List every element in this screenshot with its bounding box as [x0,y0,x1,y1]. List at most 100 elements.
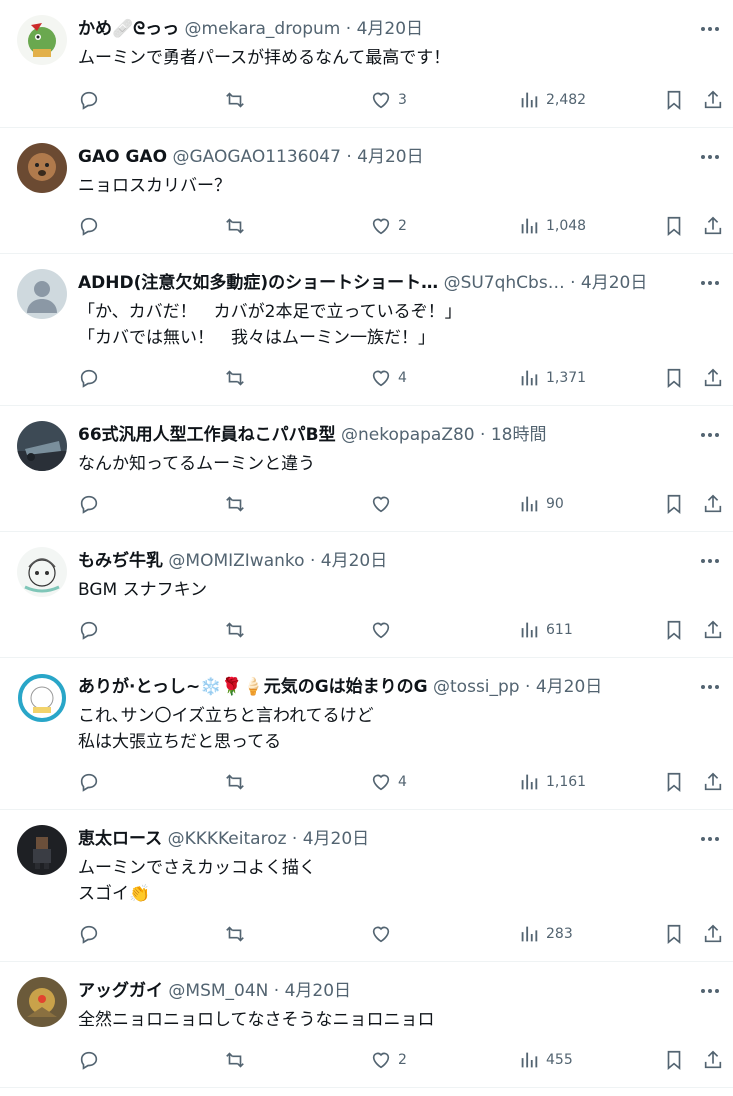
like-button[interactable] [370,921,398,947]
more-options-icon[interactable] [697,675,723,699]
tweet[interactable]: 恵太ロース @KKKKeitaroz · 4月20日 ムーミンでさえカッコよく描… [0,810,733,962]
user-handle[interactable]: @GAOGAO1136047 [172,147,340,167]
user-handle[interactable]: @mekara_dropum [185,19,341,39]
share-button[interactable] [702,365,724,391]
bookmark-button[interactable] [663,617,685,643]
user-avatar[interactable] [17,15,67,65]
user-handle[interactable]: @nekopapaZ80 [341,425,475,445]
timestamp[interactable]: 4月20日 [581,273,647,293]
reply-button[interactable] [78,617,106,643]
retweet-button[interactable] [224,617,252,643]
timestamp[interactable]: 18時間 [491,425,547,445]
bookmark-button[interactable] [663,87,685,113]
tweet[interactable]: アッグガイ @MSM_04N · 4月20日 全然ニョロニョロしてなさそうなニョ… [0,962,733,1088]
tweet[interactable]: かめ🩹ᘓっっ @mekara_dropum · 4月20日 ムーミンで勇者パース… [0,0,733,128]
views-button[interactable]: 90 [518,491,564,517]
retweet-button[interactable] [224,213,252,239]
views-button[interactable]: 1,371 [518,365,586,391]
user-handle[interactable]: @KKKKeitaroz [168,829,287,849]
timestamp[interactable]: 4月20日 [303,829,369,849]
retweet-button[interactable] [224,87,252,113]
retweet-button[interactable] [224,769,252,795]
tweet[interactable]: GAO GAO @GAOGAO1136047 · 4月20日 ニョロスカリバー？… [0,128,733,254]
tweet[interactable]: 66式汎用人型工作員ねこパパB型 @nekopapaZ80 · 18時間 なんか… [0,406,733,532]
more-options-icon[interactable] [697,827,723,851]
like-button[interactable]: 4 [370,365,407,391]
views-button[interactable]: 455 [518,1047,573,1073]
share-button[interactable] [702,921,724,947]
more-options-icon[interactable] [697,271,723,295]
like-button[interactable] [370,617,398,643]
user-handle[interactable]: @SU7qhCbs… [444,273,565,293]
more-options-icon[interactable] [697,423,723,447]
user-avatar[interactable] [17,547,67,597]
user-handle[interactable]: @MSM_04N [168,981,268,1001]
like-button[interactable]: 4 [370,769,407,795]
tweet-text: 「か、カバだ！ カバが2本足で立っているぞ！」 「カバでは無い！ 我々はムーミン… [78,302,462,348]
user-handle[interactable]: @tossi_pp [433,677,520,697]
like-button[interactable] [370,491,398,517]
timestamp[interactable]: 4月20日 [536,677,602,697]
share-button[interactable] [702,213,724,239]
reply-button[interactable] [78,769,106,795]
display-name[interactable]: アッグガイ [78,981,163,1001]
timestamp[interactable]: 4月20日 [285,981,351,1001]
more-options-icon[interactable] [697,549,723,573]
user-avatar[interactable] [17,269,67,319]
retweet-button[interactable] [224,365,252,391]
views-button[interactable]: 2,482 [518,87,586,113]
timestamp[interactable]: 4月20日 [321,551,387,571]
display-name[interactable]: ありが·とっし~❄️🌹🍦元気のGは始まりのG [78,677,428,697]
share-button[interactable] [702,87,724,113]
reply-button[interactable] [78,365,106,391]
like-button[interactable]: 2 [370,1047,407,1073]
bookmark-button[interactable] [663,213,685,239]
display-name[interactable]: ADHD(注意欠如多動症)のショートショート… [78,273,438,293]
like-button[interactable]: 2 [370,213,407,239]
more-options-icon[interactable] [697,17,723,41]
display-name[interactable]: かめ🩹ᘓっっ [78,19,179,39]
timestamp[interactable]: 4月20日 [357,19,423,39]
views-button[interactable]: 283 [518,921,573,947]
share-button[interactable] [702,769,724,795]
display-name[interactable]: 66式汎用人型工作員ねこパパB型 [78,425,336,445]
views-button[interactable]: 611 [518,617,573,643]
user-avatar[interactable] [17,421,67,471]
bookmark-button[interactable] [663,491,685,517]
more-options-icon[interactable] [697,979,723,1003]
views-button[interactable]: 1,161 [518,769,586,795]
bookmark-button[interactable] [663,769,685,795]
share-button[interactable] [702,491,724,517]
display-name[interactable]: もみぢ牛乳 [78,551,163,571]
user-avatar[interactable] [17,143,67,193]
share-button[interactable] [702,617,724,643]
share-button[interactable] [702,1047,724,1073]
reply-icon [80,217,98,236]
bookmark-button[interactable] [663,1047,685,1073]
tweet[interactable]: ありが·とっし~❄️🌹🍦元気のGは始まりのG @tossi_pp · 4月20日… [0,658,733,810]
bookmark-icon [667,216,681,237]
reply-button[interactable] [78,1047,106,1073]
user-handle[interactable]: @MOMIZIwanko [168,551,304,571]
user-avatar[interactable] [17,673,67,723]
views-button[interactable]: 1,048 [518,213,586,239]
display-name[interactable]: 恵太ロース [78,829,162,849]
tweet[interactable]: ADHD(注意欠如多動症)のショートショート… @SU7qhCbs… · 4月2… [0,254,733,406]
bookmark-button[interactable] [663,921,685,947]
retweet-button[interactable] [224,1047,252,1073]
tweet[interactable]: もみぢ牛乳 @MOMIZIwanko · 4月20日 BGM スナフキン 611 [0,532,733,658]
more-options-icon[interactable] [697,145,723,169]
user-avatar[interactable] [17,977,67,1027]
reply-button[interactable] [78,921,106,947]
bookmark-button[interactable] [663,365,685,391]
display-name[interactable]: GAO GAO [78,147,167,167]
reply-button[interactable] [78,213,106,239]
retweet-button[interactable] [224,921,252,947]
user-avatar[interactable] [17,825,67,875]
view-count: 283 [546,926,573,942]
reply-button[interactable] [78,491,106,517]
timestamp[interactable]: 4月20日 [357,147,423,167]
reply-button[interactable] [78,87,106,113]
retweet-button[interactable] [224,491,252,517]
like-button[interactable]: 3 [370,87,407,113]
